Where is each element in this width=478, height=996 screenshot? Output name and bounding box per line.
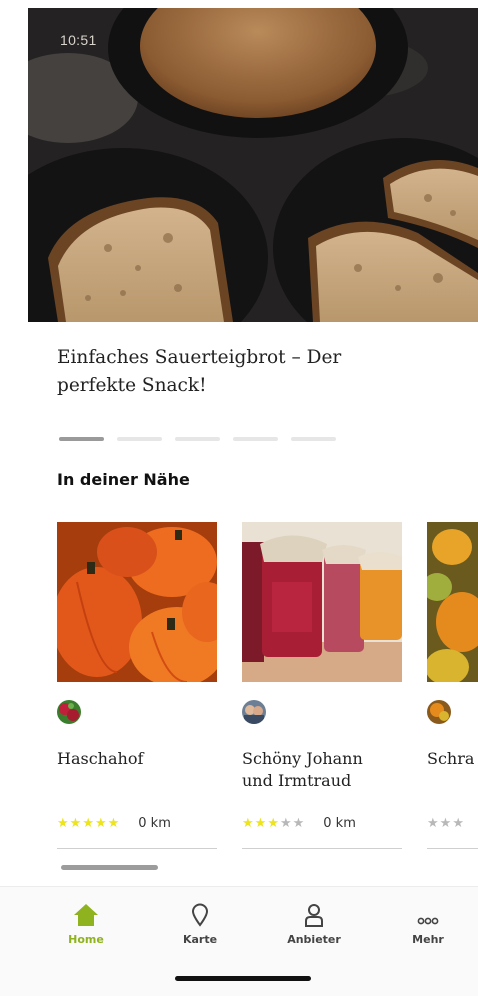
star-icon: ★ xyxy=(94,815,108,831)
tab-anbieter-label: Anbieter xyxy=(287,933,341,946)
provider-name-line-1: Haschahof xyxy=(57,749,144,768)
tab-home-label: Home xyxy=(68,933,104,946)
featured-image-sourdough-bread[interactable] xyxy=(28,8,478,322)
provider-name: Haschahof xyxy=(57,748,217,770)
star-icon: ★ xyxy=(292,815,306,831)
provider-name: Schra xyxy=(427,748,478,770)
status-bar-time: 10:51 xyxy=(60,32,97,48)
provider-rating: ★★★★★ 0 km xyxy=(242,813,402,833)
provider-distance: 0 km xyxy=(138,815,171,831)
pager-dot-1[interactable] xyxy=(59,437,104,441)
pager-dot-4[interactable] xyxy=(233,437,278,441)
tab-karte[interactable]: Karte xyxy=(160,901,240,946)
section-title-nearby: In deiner Nähe xyxy=(57,470,190,489)
star-icon: ★ xyxy=(57,815,70,831)
star-icon: ★ xyxy=(427,815,440,831)
star-rating: ★★★★★ xyxy=(242,816,305,831)
provider-card-schra[interactable]: Schra ★★★ xyxy=(427,522,478,852)
star-rating: ★★★★★ xyxy=(57,816,120,831)
person-icon xyxy=(274,901,354,927)
tab-mehr-label: Mehr xyxy=(412,933,444,946)
card-divider xyxy=(57,848,217,849)
provider-card-haschahof[interactable]: Haschahof ★★★★★ 0 km xyxy=(57,522,217,852)
card-divider xyxy=(427,848,478,849)
provider-image-jam-jars xyxy=(242,522,402,682)
pager-dot-2[interactable] xyxy=(117,437,162,441)
star-icon: ★ xyxy=(242,815,255,831)
star-icon: ★ xyxy=(279,815,293,831)
provider-name-line-1: Schra xyxy=(427,749,475,768)
more-dots-icon xyxy=(388,901,468,927)
provider-rating: ★★★ xyxy=(427,813,478,833)
provider-name-line-2: und Irmtraud xyxy=(242,771,352,790)
card-divider xyxy=(242,848,402,849)
nearby-providers-list[interactable]: Haschahof ★★★★★ 0 km Schöny Johann und I… xyxy=(57,522,478,852)
home-icon xyxy=(46,901,126,927)
provider-image-squash xyxy=(427,522,478,682)
provider-avatar xyxy=(242,700,266,724)
star-icon: ★ xyxy=(107,815,121,831)
star-icon: ★ xyxy=(69,815,83,831)
tab-mehr[interactable]: Mehr xyxy=(388,901,468,946)
featured-title-line-2: perfekte Snack! xyxy=(57,375,207,396)
tab-home[interactable]: Home xyxy=(46,901,126,946)
home-indicator[interactable] xyxy=(175,976,311,981)
tab-anbieter[interactable]: Anbieter xyxy=(274,901,354,946)
provider-distance: 0 km xyxy=(323,815,356,831)
provider-avatar xyxy=(427,700,451,724)
provider-image-pumpkins xyxy=(57,522,217,682)
top-margin xyxy=(0,0,478,8)
star-rating: ★★★ xyxy=(427,816,465,831)
provider-name-line-1: Schöny Johann xyxy=(242,749,363,768)
left-margin xyxy=(0,0,28,330)
star-icon: ★ xyxy=(254,815,268,831)
pager-dot-5[interactable] xyxy=(291,437,336,441)
featured-article-title[interactable]: Einfaches Sauerteigbrot – Der perfekte S… xyxy=(57,344,417,400)
horizontal-scroll-indicator[interactable] xyxy=(61,865,158,870)
map-pin-icon xyxy=(160,901,240,927)
star-icon: ★ xyxy=(452,815,465,831)
pager-dot-3[interactable] xyxy=(175,437,220,441)
star-icon: ★ xyxy=(267,815,280,831)
tab-karte-label: Karte xyxy=(182,933,218,946)
carousel-pager[interactable] xyxy=(59,437,336,441)
star-icon: ★ xyxy=(82,815,95,831)
provider-card-schoeny[interactable]: Schöny Johann und Irmtraud ★★★★★ 0 km xyxy=(242,522,402,852)
star-icon: ★ xyxy=(439,815,453,831)
provider-name: Schöny Johann und Irmtraud xyxy=(242,748,402,792)
provider-avatar xyxy=(57,700,81,724)
provider-rating: ★★★★★ 0 km xyxy=(57,813,217,833)
featured-title-line-1: Einfaches Sauerteigbrot – Der xyxy=(57,347,342,368)
